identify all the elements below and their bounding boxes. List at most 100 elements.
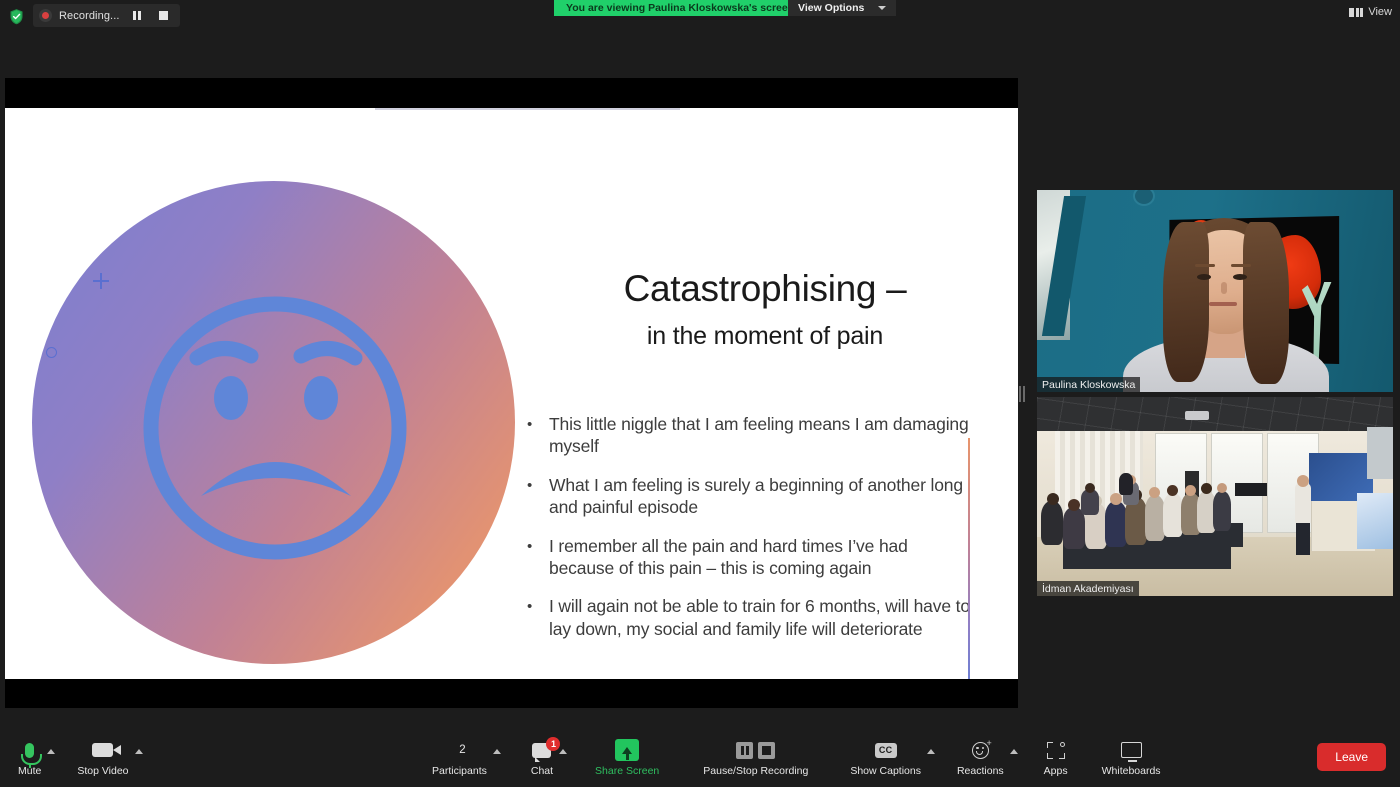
zoom-meeting-window: Recording... You are viewing Paulina Klo… [0,0,1400,787]
slide-accent-line [968,438,970,679]
whiteboards-button[interactable]: Whiteboards [1098,737,1165,777]
audience-head [1217,483,1227,493]
audio-options-chevron-icon[interactable] [47,749,56,754]
slide-title: Catastrophising – [623,268,907,309]
top-bar: Recording... You are viewing Paulina Klo… [0,0,1400,31]
list-item: • What I am feeling is surely a beginnin… [527,474,977,519]
audience-person [1119,473,1133,495]
show-captions-label: Show Captions [850,765,921,777]
audience-head [1185,485,1196,496]
chat-label: Chat [530,765,554,777]
participant-name-label: İdman Akademiyası [1037,581,1139,596]
whiteboard-icon [1120,737,1142,763]
participants-label: Participants [432,765,487,777]
bullet-marker: • [527,598,533,616]
presenter-head [1297,475,1309,487]
person-hair-left [1163,222,1209,382]
projection-screen-decor [1367,427,1393,479]
audience-person [1041,501,1063,545]
monitor-decor [1235,483,1267,496]
ring-icon [46,347,57,358]
list-item: • This little niggle that I am feeling m… [527,413,977,458]
captions-chevron-icon[interactable] [926,749,935,754]
meeting-toolbar: Mute Stop Video 2 Participants 1 Chat Sh… [0,728,1400,787]
chat-chevron-icon[interactable] [559,749,568,754]
chat-button[interactable]: 1 Chat [527,736,561,777]
video-tile-paulina[interactable]: Paulina Kloskowska [1037,190,1393,392]
view-layout-button[interactable]: View [1349,6,1392,18]
view-options-button[interactable]: View Options [788,0,897,16]
camera-icon [92,737,122,763]
recording-indicator: Recording... [33,4,180,27]
audience-head [1047,493,1059,505]
list-item: • I will again not be able to train for … [527,595,977,640]
pause-stop-recording-label: Pause/Stop Recording [703,765,809,777]
presenter-body [1295,483,1311,523]
person-nose [1221,282,1227,294]
audience-head [1085,483,1095,493]
shield-check-icon[interactable] [8,8,25,25]
whiteboards-label: Whiteboards [1101,765,1161,777]
pause-stop-recording-button[interactable]: Pause/Stop Recording [699,737,812,777]
apps-icon [1046,737,1065,763]
list-item: • I remember all the pain and hard times… [527,535,977,580]
apps-label: Apps [1043,765,1068,777]
bullet-text: I will again not be able to train for 6 … [549,596,970,639]
viewing-screen-banner: You are viewing Paulina Kloskowska's scr… [554,0,807,16]
share-screen-label: Share Screen [595,765,660,777]
bullet-text: What I am feeling is surely a beginning … [549,474,963,518]
apps-button[interactable]: Apps [1040,737,1072,777]
layout-grid-icon [1349,7,1364,17]
person-hair-right [1243,222,1289,384]
mute-button[interactable]: Mute [14,737,45,777]
smiley-plus-icon: + [971,737,992,763]
stop-recording-button[interactable] [154,6,174,26]
participants-chevron-icon[interactable] [492,749,501,754]
leave-button[interactable]: Leave [1317,743,1386,771]
participants-button[interactable]: 2 Participants [428,737,491,777]
audience-head [1149,487,1160,498]
wall-banner-secondary [1357,493,1393,549]
show-captions-button[interactable]: CC Show Captions [846,737,925,777]
stop-icon [159,11,169,20]
panel-drag-handle[interactable] [1019,385,1025,403]
pause-icon[interactable] [736,741,754,759]
chat-bubble-icon: 1 [532,736,561,763]
presenter-legs [1296,519,1310,555]
person-brow-left [1195,264,1215,267]
bullet-text: I remember all the pain and hard times I… [549,535,908,578]
reactions-label: Reactions [956,765,1004,777]
pause-icon [132,11,141,20]
reactions-button[interactable]: + Reactions [953,737,1008,777]
plus-icon [93,273,109,289]
video-tile-idman-akademiyasi[interactable]: İdman Akademiyası [1037,397,1393,596]
slide-edge-shade [375,108,680,110]
reactions-chevron-icon[interactable] [1009,749,1018,754]
pause-stop-recording-icon [736,737,776,763]
share-screen-button[interactable]: Share Screen [591,737,663,777]
shared-screen-stage[interactable]: Catastrophising – in the moment of pain … [5,78,1018,708]
view-options-label: View Options [798,2,865,14]
bullet-marker: • [527,416,533,433]
stop-icon[interactable] [758,741,776,759]
person-mouth [1209,302,1237,306]
audience-head [1201,483,1212,494]
presentation-slide: Catastrophising – in the moment of pain … [5,108,1018,679]
microphone-icon [21,737,43,768]
sad-face-icon [143,296,407,560]
slide-bullet-list: • This little niggle that I am feeling m… [527,413,977,656]
pause-recording-button[interactable] [127,6,147,26]
participant-name-label: Paulina Kloskowska [1037,377,1141,392]
video-options-chevron-icon[interactable] [134,749,143,754]
slide-subtitle: in the moment of pain [646,322,884,350]
audience-head [1068,499,1080,511]
audience-person [1213,491,1231,531]
stop-video-label: Stop Video [77,765,129,777]
chat-unread-badge: 1 [546,736,561,751]
people-icon: 2 [453,737,465,763]
bullet-text: This little niggle that I am feeling mea… [549,414,969,457]
view-button-label: View [1368,6,1392,18]
stop-video-button[interactable]: Stop Video [73,737,132,777]
chevron-down-icon[interactable] [878,6,887,10]
bullet-marker: • [527,537,533,555]
